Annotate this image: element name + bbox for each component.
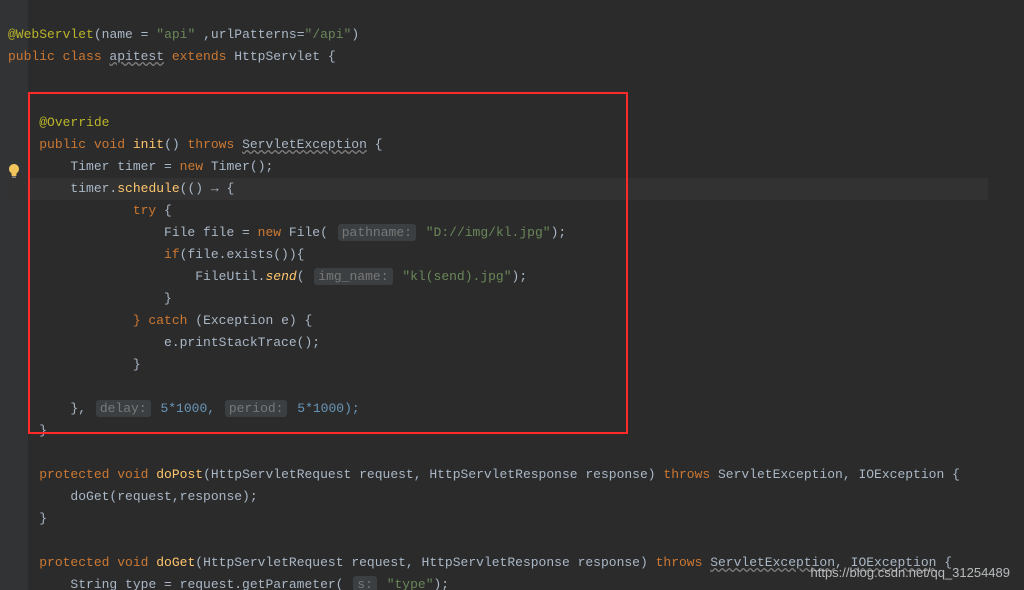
code-editor[interactable]: @WebServlet(name = "api" ,urlPatterns="/… [0,0,1024,590]
code-line: Timer timer = new Timer(); [8,159,273,174]
code-line: } [8,511,47,526]
code-area[interactable]: @WebServlet(name = "api" ,urlPatterns="/… [0,0,988,590]
code-line: File file = new File( pathname: "D://img… [8,225,566,240]
code-line: String type = request.getParameter( s: "… [8,577,449,590]
code-line: } catch (Exception e) { [8,313,312,328]
code-line: }, delay: 5*1000, period: 5*1000); [8,401,360,416]
code-line: } [8,357,141,372]
code-line: FileUtil.send( img_name: "kl(send).jpg")… [8,269,527,284]
code-line-caret: timer.schedule(() → { [8,178,988,200]
code-line: } [8,291,172,306]
code-line: doGet(request,response); [8,489,258,504]
code-line: protected void doPost(HttpServletRequest… [8,467,960,482]
code-line: if(file.exists()){ [8,247,304,262]
code-line: e.printStackTrace(); [8,335,320,350]
code-line: protected void doGet(HttpServletRequest … [8,555,952,570]
code-line: @WebServlet(name = "api" ,urlPatterns="/… [8,27,359,42]
code-line: @Override [8,115,109,130]
code-line: public void init() throws ServletExcepti… [8,137,383,152]
code-line: try { [8,203,172,218]
code-line: } [8,423,47,438]
code-line: public class apitest extends HttpServlet… [8,49,336,64]
